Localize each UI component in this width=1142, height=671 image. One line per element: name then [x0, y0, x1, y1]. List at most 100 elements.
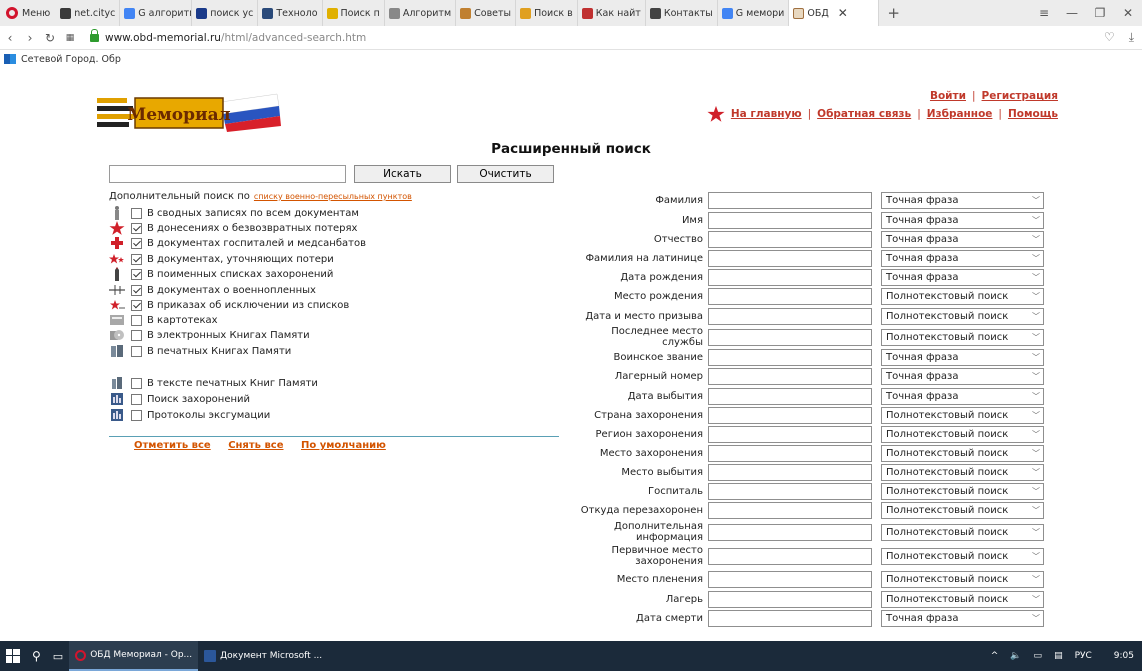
browser-tab[interactable]: Алгоритм: [385, 0, 457, 26]
help-link[interactable]: Помощь: [1008, 108, 1058, 120]
notifications-icon[interactable]: ▤: [1054, 651, 1063, 661]
field-input[interactable]: [708, 250, 872, 267]
source-checkbox-row[interactable]: В сводных записях по всем документам: [109, 206, 359, 220]
source-checkbox-row[interactable]: В приказах об исключении из списков: [109, 298, 349, 312]
browser-tab[interactable]: G алгоритм: [120, 0, 193, 26]
source-checkbox-row[interactable]: В поименных списках захоронений: [109, 267, 333, 281]
search-input[interactable]: [109, 165, 346, 183]
match-mode-select[interactable]: Точная фраза ﹀: [881, 250, 1044, 267]
source-checkbox[interactable]: [131, 299, 142, 311]
source-checkbox[interactable]: [131, 314, 142, 326]
tab-active[interactable]: ОБД ✕: [789, 0, 880, 26]
reload-icon[interactable]: ↻: [40, 31, 60, 45]
field-input[interactable]: [708, 288, 872, 305]
browser-tab[interactable]: Контакты: [646, 0, 718, 26]
field-input[interactable]: [708, 502, 872, 519]
field-input[interactable]: [708, 192, 872, 209]
opera-menu-button[interactable]: Меню: [0, 0, 56, 26]
source-checkbox-row[interactable]: В документах о военнопленных: [109, 283, 316, 297]
clock[interactable]: 9:05: [1114, 651, 1134, 661]
back-icon[interactable]: ‹: [0, 31, 20, 45]
home-link[interactable]: На главную: [731, 108, 802, 120]
source-checkbox[interactable]: [131, 329, 142, 341]
heart-icon[interactable]: ♡: [1104, 30, 1115, 45]
check-all-link[interactable]: Отметить все: [134, 440, 211, 451]
browser-tab[interactable]: Поиск п: [323, 0, 385, 26]
match-mode-select[interactable]: Полнотекстовый поиск ﹀: [881, 308, 1044, 325]
tab-menu-icon[interactable]: ≡: [1030, 6, 1058, 20]
browser-tab[interactable]: Поиск в: [516, 0, 578, 26]
field-input[interactable]: [708, 349, 872, 366]
source-checkbox[interactable]: [131, 377, 142, 389]
match-mode-select[interactable]: Точная фраза ﹀: [881, 610, 1044, 627]
browser-tab[interactable]: net.cityc: [56, 0, 121, 26]
match-mode-select[interactable]: Полнотекстовый поиск ﹀: [881, 445, 1044, 462]
login-link[interactable]: Войти: [930, 90, 966, 102]
memorial-logo[interactable]: Мемориал: [97, 92, 282, 132]
transit-points-link[interactable]: списку военно-пересыльных пунктов: [254, 192, 412, 201]
field-input[interactable]: [708, 269, 872, 286]
match-mode-select[interactable]: Полнотекстовый поиск ﹀: [881, 426, 1044, 443]
source-checkbox-row[interactable]: В тексте печатных Книг Памяти: [109, 376, 318, 390]
search-button[interactable]: Искать: [354, 165, 451, 183]
tray-chevron-icon[interactable]: ^: [991, 651, 999, 661]
field-input[interactable]: [708, 426, 872, 443]
field-input[interactable]: [708, 610, 872, 627]
field-input[interactable]: [708, 231, 872, 248]
field-input[interactable]: [708, 212, 872, 229]
maximize-icon[interactable]: ❐: [1086, 6, 1114, 20]
source-checkbox-row[interactable]: В электронных Книгах Памяти: [109, 328, 310, 342]
field-input[interactable]: [708, 388, 872, 405]
source-checkbox[interactable]: [131, 345, 142, 357]
source-checkbox-row[interactable]: В документах госпиталей и медсанбатов: [109, 236, 366, 250]
browser-tab[interactable]: поиск ус: [192, 0, 259, 26]
source-checkbox[interactable]: [131, 207, 142, 219]
source-checkbox-row[interactable]: Поиск захоронений: [109, 392, 250, 406]
volume-icon[interactable]: 🔈: [1010, 651, 1021, 661]
source-checkbox-row[interactable]: В печатных Книгах Памяти: [109, 344, 291, 358]
source-checkbox[interactable]: [131, 222, 142, 234]
new-tab-button[interactable]: +: [879, 4, 908, 22]
browser-tab[interactable]: G мемори: [718, 0, 790, 26]
register-link[interactable]: Регистрация: [982, 90, 1058, 102]
field-input[interactable]: [708, 571, 872, 588]
browser-tab[interactable]: Советы: [456, 0, 517, 26]
match-mode-select[interactable]: Полнотекстовый поиск ﹀: [881, 328, 1044, 346]
match-mode-select[interactable]: Полнотекстовый поиск ﹀: [881, 571, 1044, 588]
forward-icon[interactable]: ›: [20, 31, 40, 45]
source-checkbox[interactable]: [131, 409, 142, 421]
match-mode-select[interactable]: Точная фраза ﹀: [881, 269, 1044, 286]
browser-tab[interactable]: Техноло: [258, 0, 323, 26]
minimize-icon[interactable]: —: [1058, 6, 1086, 20]
clear-button[interactable]: Очистить: [457, 165, 554, 183]
start-button[interactable]: [0, 641, 26, 671]
field-input[interactable]: [708, 445, 872, 462]
language-indicator[interactable]: РУС: [1075, 651, 1092, 661]
field-input[interactable]: [708, 523, 872, 541]
field-input[interactable]: [708, 368, 872, 385]
feedback-link[interactable]: Обратная связь: [817, 108, 911, 120]
match-mode-select[interactable]: Точная фраза ﹀: [881, 349, 1044, 366]
match-mode-select[interactable]: Точная фраза ﹀: [881, 388, 1044, 405]
match-mode-select[interactable]: Точная фраза ﹀: [881, 231, 1044, 248]
source-checkbox[interactable]: [131, 393, 142, 405]
taskbar-opera-app[interactable]: ОБД Мемориал - Op...: [69, 641, 199, 671]
search-icon[interactable]: ⚲: [26, 641, 47, 671]
match-mode-select[interactable]: Полнотекстовый поиск ﹀: [881, 502, 1044, 519]
match-mode-select[interactable]: Полнотекстовый поиск ﹀: [881, 547, 1044, 565]
match-mode-select[interactable]: Точная фраза ﹀: [881, 212, 1044, 229]
source-checkbox-row[interactable]: В донесениях о безвозвратных потерях: [109, 220, 357, 235]
default-link[interactable]: По умолчанию: [301, 440, 386, 451]
match-mode-select[interactable]: Точная фраза ﹀: [881, 368, 1044, 385]
source-checkbox[interactable]: [131, 268, 142, 280]
field-input[interactable]: [708, 591, 872, 608]
download-icon[interactable]: ⤓: [1129, 30, 1134, 45]
match-mode-select[interactable]: Полнотекстовый поиск ﹀: [881, 483, 1044, 500]
field-input[interactable]: [708, 407, 872, 424]
network-icon[interactable]: ▭: [1034, 651, 1043, 661]
close-window-icon[interactable]: ✕: [1114, 6, 1142, 20]
field-input[interactable]: [708, 464, 872, 481]
favorites-link[interactable]: Избранное: [927, 108, 993, 120]
source-checkbox-row[interactable]: В картотеках: [109, 313, 218, 327]
match-mode-select[interactable]: Полнотекстовый поиск ﹀: [881, 591, 1044, 608]
